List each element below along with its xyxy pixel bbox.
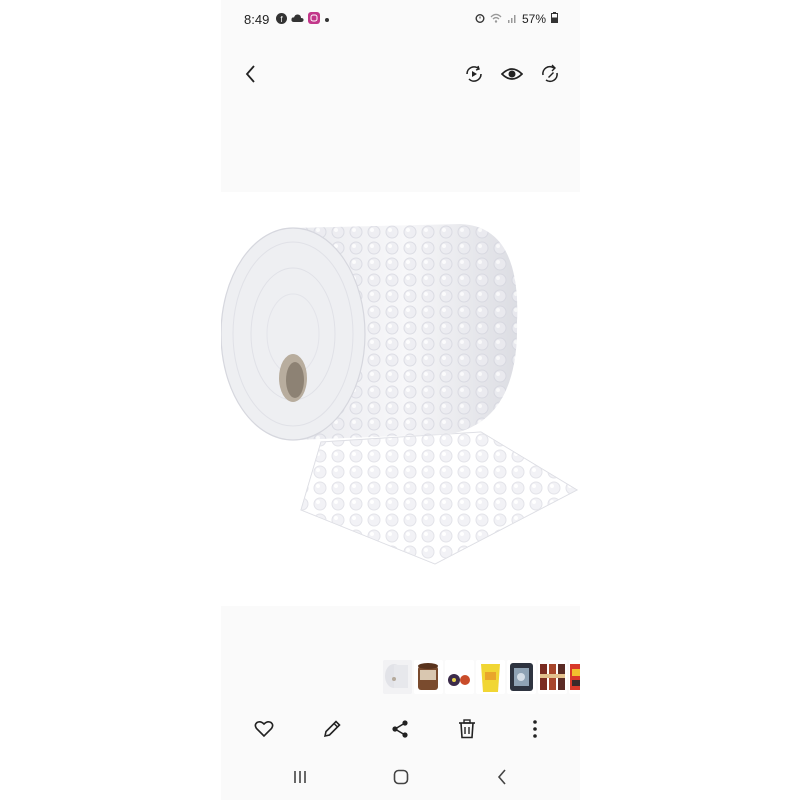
- edit-button[interactable]: [321, 718, 343, 740]
- battery-text: 57%: [521, 12, 546, 26]
- status-time: 8:49: [244, 12, 270, 27]
- thumbnail-item[interactable]: [445, 660, 474, 694]
- home-button[interactable]: [389, 766, 413, 788]
- share-icon: [392, 720, 408, 738]
- instagram-icon: [308, 12, 320, 27]
- thumbnail-item[interactable]: [414, 660, 443, 694]
- thumbnail-strip: [383, 660, 580, 694]
- rotate-button[interactable]: [538, 62, 562, 86]
- wifi-icon: [490, 12, 502, 26]
- rotate-icon: [542, 64, 558, 83]
- thumbnail-item[interactable]: [476, 660, 505, 694]
- view-icon: [501, 68, 523, 80]
- thumbnail-item[interactable]: [507, 660, 536, 694]
- thumbnail-item[interactable]: [383, 660, 412, 694]
- thumbnail-item[interactable]: [569, 660, 580, 694]
- bubble-wrap-roll-image: [221, 224, 579, 565]
- photo-view[interactable]: [221, 192, 580, 606]
- back-icon: [497, 769, 506, 785]
- back-button[interactable]: [239, 62, 263, 86]
- thumbnail-image: [510, 663, 533, 691]
- recents-icon: [294, 771, 306, 783]
- recents-button[interactable]: [288, 766, 312, 788]
- action-bar: [221, 710, 580, 748]
- thumbnail-image: [418, 663, 438, 690]
- thumbnail-image: [540, 664, 565, 690]
- home-icon: [393, 769, 409, 785]
- cloud-icon: [291, 13, 304, 26]
- notification-icons: f: [276, 12, 330, 27]
- favorite-button[interactable]: [253, 718, 275, 740]
- remaster-button[interactable]: [462, 62, 486, 86]
- more-button[interactable]: [524, 718, 546, 740]
- remaster-icon: [466, 65, 482, 82]
- navigation-bar: [221, 760, 580, 794]
- phone-screen: 8:49 f 57%: [221, 0, 580, 800]
- delete-button[interactable]: [456, 718, 478, 740]
- status-bar: 8:49 f 57%: [221, 0, 580, 40]
- thumbnail-image: [385, 664, 408, 688]
- thumbnail-image: [570, 664, 580, 690]
- more-icon: [533, 720, 537, 738]
- thumbnail-item[interactable]: [538, 660, 567, 694]
- status-right: 57%: [475, 12, 558, 26]
- delete-icon: [459, 719, 475, 739]
- battery-icon: [551, 12, 558, 26]
- signal-icon: [507, 12, 517, 26]
- share-button[interactable]: [389, 718, 411, 740]
- dot-icon: [324, 14, 330, 26]
- alarm-icon: [475, 12, 485, 26]
- back-icon: [245, 65, 255, 83]
- view-button[interactable]: [500, 62, 524, 86]
- thumbnail-image: [448, 674, 470, 686]
- facebook-icon: f: [276, 12, 287, 27]
- thumbnail-image: [481, 664, 500, 692]
- viewer-toolbar: [221, 50, 580, 98]
- nav-back-button[interactable]: [490, 766, 514, 788]
- edit-icon: [323, 720, 341, 738]
- favorite-icon: [254, 720, 274, 738]
